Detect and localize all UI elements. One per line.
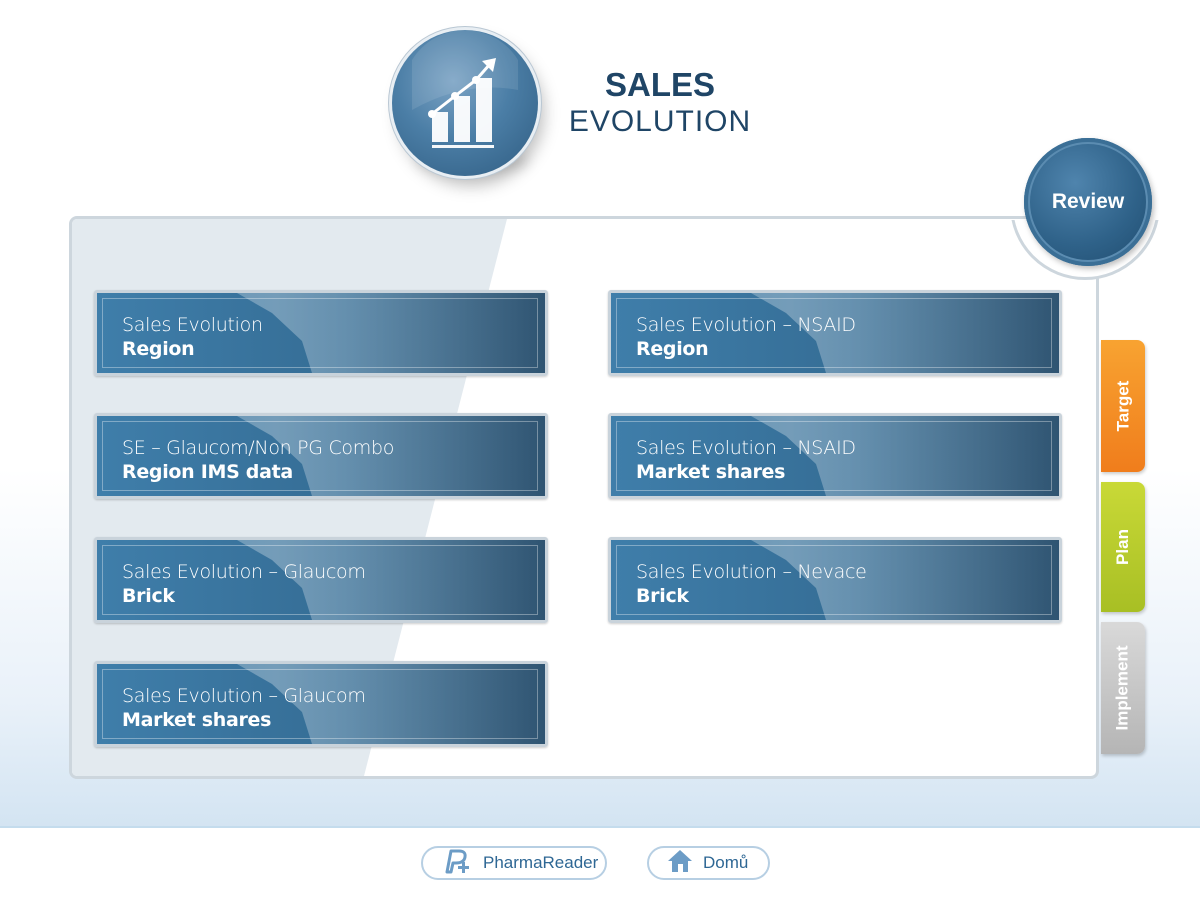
card-title: Sales Evolution – NSAID xyxy=(636,314,856,336)
card-title: Sales Evolution – Glaucom xyxy=(122,561,366,583)
pharmareader-label: PharmaReader xyxy=(483,853,599,872)
pharmareader-logo-icon xyxy=(443,848,473,878)
card-subtitle: Region xyxy=(122,338,195,360)
card-subtitle: Brick xyxy=(122,585,175,607)
page-title: SALES EVOLUTION xyxy=(560,66,760,140)
review-label: Review xyxy=(1051,190,1125,213)
card-subtitle: Brick xyxy=(636,585,689,607)
card-title: Sales Evolution – Glaucom xyxy=(122,685,366,707)
tab-target-label: Target xyxy=(1113,380,1133,432)
card-nsaid-region[interactable]: Sales Evolution – NSAID Region xyxy=(608,290,1062,376)
tab-target[interactable]: Target xyxy=(1101,340,1145,472)
page-title-sub: EVOLUTION xyxy=(568,105,752,138)
card-subtitle: Region xyxy=(636,338,709,360)
home-label: Domů xyxy=(703,853,749,872)
home-button[interactable]: Domů xyxy=(647,846,770,880)
card-subtitle: Region IMS data xyxy=(122,461,293,483)
card-title: Sales Evolution xyxy=(122,314,263,336)
tab-plan[interactable]: Plan xyxy=(1101,482,1145,612)
card-glaucom-brick[interactable]: Sales Evolution – Glaucom Brick xyxy=(94,537,548,623)
pharmareader-button[interactable]: PharmaReader xyxy=(421,846,607,880)
home-icon xyxy=(667,849,693,877)
card-subtitle: Market shares xyxy=(122,709,272,731)
footer-bar: PharmaReader Domů xyxy=(0,826,1200,902)
card-nsaid-market-shares[interactable]: Sales Evolution – NSAID Market shares xyxy=(608,413,1062,499)
card-glaucom-combo-region-ims[interactable]: SE – Glaucom/Non PG Combo Region IMS dat… xyxy=(94,413,548,499)
card-subtitle: Market shares xyxy=(636,461,786,483)
sales-evolution-chart-icon xyxy=(392,30,538,176)
card-glaucom-market-shares[interactable]: Sales Evolution – Glaucom Market shares xyxy=(94,661,548,747)
card-title: SE – Glaucom/Non PG Combo xyxy=(122,437,395,459)
card-nevace-brick[interactable]: Sales Evolution – Nevace Brick xyxy=(608,537,1062,623)
review-button[interactable]: Review xyxy=(1024,138,1152,266)
tab-implement-label: Implement xyxy=(1113,645,1132,731)
card-title: Sales Evolution – NSAID xyxy=(636,437,856,459)
tab-implement[interactable]: Implement xyxy=(1101,622,1145,754)
page-title-main: SALES xyxy=(604,66,716,103)
card-sales-evolution-region[interactable]: Sales Evolution Region xyxy=(94,290,548,376)
card-title: Sales Evolution – Nevace xyxy=(636,561,867,583)
tab-plan-label: Plan xyxy=(1113,529,1132,565)
